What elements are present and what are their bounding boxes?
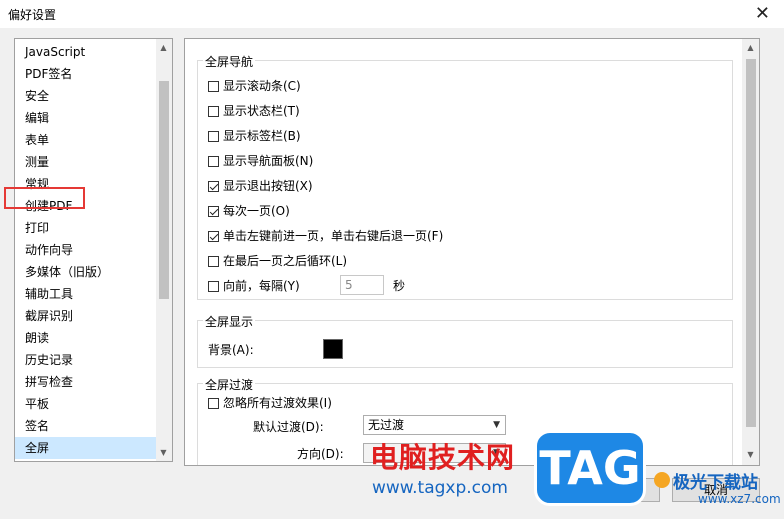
nav-option-checkbox[interactable]: 单击左键前进一页，单击右键后退一页(F): [208, 227, 443, 245]
background-color-swatch[interactable]: [323, 339, 343, 359]
checkbox-label: 显示滚动条(C): [223, 79, 301, 93]
checkbox-label: 显示状态栏(T): [223, 104, 300, 118]
category-item[interactable]: 表单: [15, 129, 156, 151]
scroll-thumb[interactable]: [159, 81, 169, 299]
category-item[interactable]: 动作向导: [15, 239, 156, 261]
category-item[interactable]: 安全: [15, 85, 156, 107]
default-transition-label: 默认过渡(D):: [253, 420, 324, 434]
checkbox-box[interactable]: [208, 397, 219, 409]
fullscreen-display-group: [197, 320, 733, 368]
category-list[interactable]: JavaScript PDF签名 安全 编辑 表单 测量 常规 创建PDF 打印 动作向导 多媒体（…: [14, 38, 173, 462]
chevron-down-icon: ▼: [493, 420, 500, 430]
checkbox-label: 单击左键前进一页，单击右键后退一页(F): [223, 229, 444, 243]
close-icon[interactable]: ✕: [755, 3, 770, 24]
interval-input[interactable]: 5: [340, 275, 384, 295]
category-item[interactable]: 签名: [15, 415, 156, 437]
settings-scroll-thumb[interactable]: [746, 59, 756, 427]
category-item[interactable]: JavaScript: [15, 41, 156, 63]
checkbox-box[interactable]: [208, 205, 219, 217]
category-item[interactable]: 打印: [15, 217, 156, 239]
category-item[interactable]: 辅助工具: [15, 283, 156, 305]
ok-button[interactable]: 确定: [582, 478, 660, 502]
nav-option-checkbox[interactable]: 显示标签栏(B): [208, 127, 301, 145]
category-item[interactable]: 朗读: [15, 327, 156, 349]
settings-scrollbar[interactable]: ▲ ▼: [742, 39, 759, 465]
fullscreen-nav-title: 全屏导航: [203, 53, 256, 70]
checkbox-label: 显示退出按钮(X): [223, 179, 313, 193]
checkbox-box[interactable]: [208, 80, 219, 92]
direction-select[interactable]: ▼: [363, 443, 506, 463]
nav-option-checkbox[interactable]: 显示退出按钮(X): [208, 177, 313, 195]
direction-label: 方向(D):: [297, 447, 344, 461]
category-item[interactable]: 全屏: [15, 437, 156, 459]
checkbox-label: 向前，每隔(Y): [223, 279, 300, 293]
background-label: 背景(A):: [208, 343, 254, 357]
category-item[interactable]: 截屏识别: [15, 305, 156, 327]
nav-option-checkbox[interactable]: 在最后一页之后循环(L): [208, 252, 347, 270]
window-title: 偏好设置: [8, 8, 57, 22]
ignore-transitions-checkbox[interactable]: 忽略所有过渡效果(I): [208, 394, 332, 412]
fullscreen-transition-title: 全屏过渡: [203, 376, 256, 393]
settings-scroll-up-icon[interactable]: ▲: [743, 43, 758, 52]
category-scrollbar[interactable]: ▲ ▼: [156, 39, 172, 461]
nav-option-checkbox[interactable]: 显示导航面板(N): [208, 152, 313, 170]
category-item[interactable]: PDF签名: [15, 63, 156, 85]
checkbox-box[interactable]: [208, 155, 219, 167]
checkbox-label: 在最后一页之后循环(L): [223, 254, 348, 268]
checkbox-label: 忽略所有过渡效果(I): [223, 396, 332, 410]
category-item[interactable]: 多媒体（旧版）: [15, 261, 156, 283]
checkbox-box[interactable]: [208, 255, 219, 267]
checkbox-box[interactable]: [208, 180, 219, 192]
nav-option-checkbox[interactable]: 每次一页(O): [208, 202, 290, 220]
title-bar: 偏好设置 ✕: [0, 0, 784, 28]
nav-option-checkbox[interactable]: 显示滚动条(C): [208, 77, 301, 95]
category-item[interactable]: 编辑: [15, 107, 156, 129]
cancel-button[interactable]: 取消: [672, 478, 760, 502]
highlight-box: [4, 187, 85, 209]
interval-unit: 秒: [393, 279, 406, 293]
checkbox-box[interactable]: [208, 230, 219, 242]
settings-scroll-down-icon[interactable]: ▼: [743, 450, 758, 459]
checkbox-box[interactable]: [208, 130, 219, 142]
scroll-down-icon[interactable]: ▼: [156, 448, 171, 457]
checkbox-box[interactable]: [208, 105, 219, 117]
settings-panel: ▲ ▼ 全屏导航 显示滚动条(C) 显示状态栏(T) 显示标签栏(B) 显示导航面板(…: [184, 38, 760, 466]
default-transition-select[interactable]: 无过渡 ▼: [363, 415, 506, 435]
fullscreen-display-title: 全屏显示: [203, 313, 256, 330]
checkbox-label: 显示导航面板(N): [223, 154, 314, 168]
default-transition-value: 无过渡: [368, 418, 405, 432]
nav-option-checkbox[interactable]: 向前，每隔(Y): [208, 277, 300, 295]
category-item[interactable]: 拼写检查: [15, 371, 156, 393]
category-item[interactable]: 历史记录: [15, 349, 156, 371]
checkbox-label: 每次一页(O): [223, 204, 290, 218]
scroll-up-icon[interactable]: ▲: [156, 43, 171, 52]
category-item[interactable]: 测量: [15, 151, 156, 173]
chevron-down-icon: ▼: [493, 448, 500, 458]
checkbox-label: 显示标签栏(B): [223, 129, 301, 143]
checkbox-box[interactable]: [208, 280, 219, 292]
watermark-url: www.tagxp.com: [372, 478, 508, 498]
nav-option-checkbox[interactable]: 显示状态栏(T): [208, 102, 300, 120]
category-item[interactable]: 平板: [15, 393, 156, 415]
